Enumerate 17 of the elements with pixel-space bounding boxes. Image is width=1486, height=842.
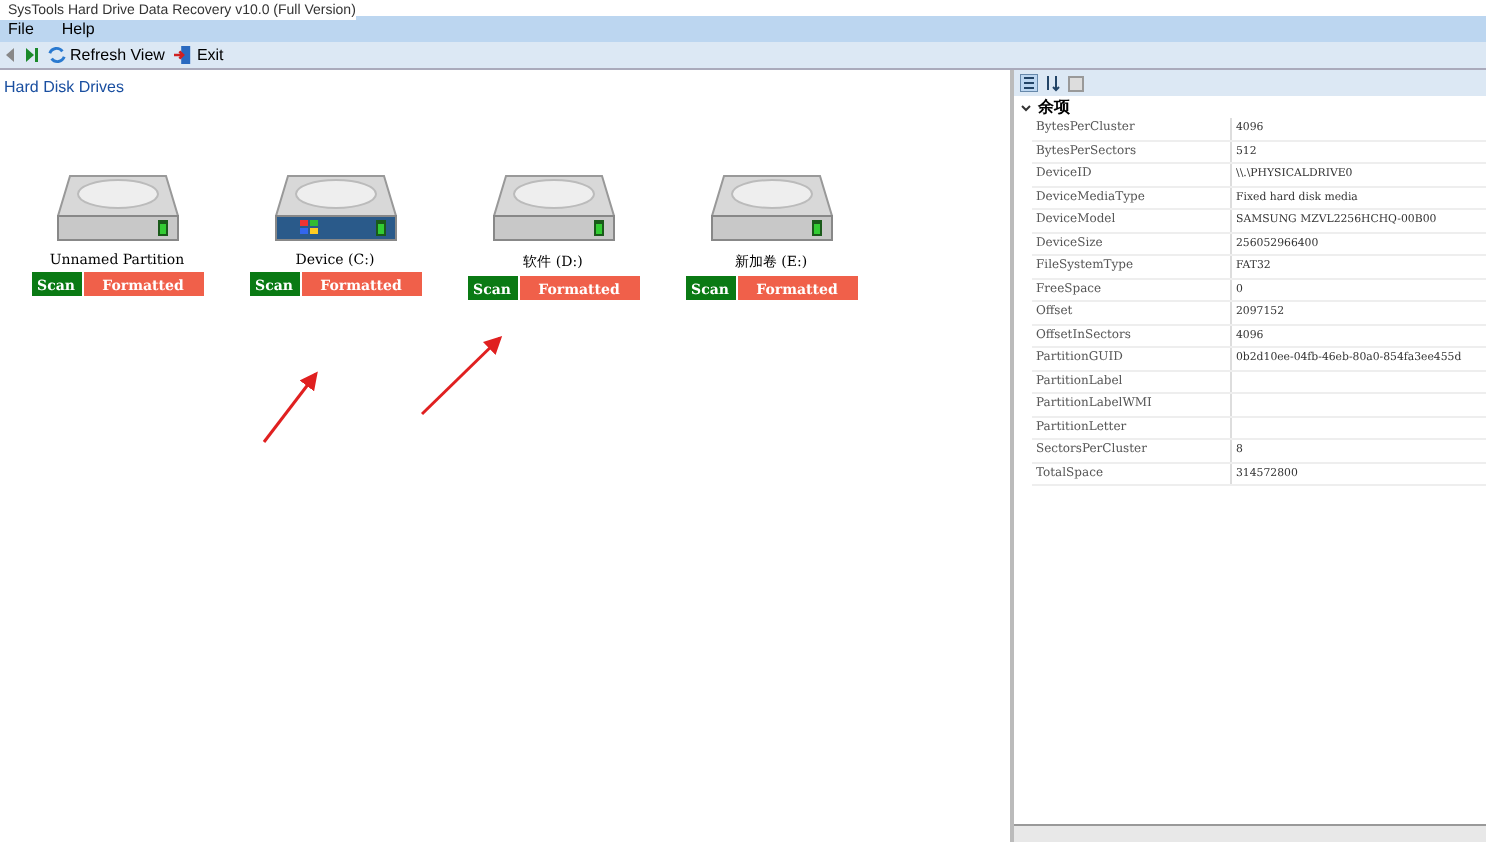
panel-title: Hard Disk Drives (2, 76, 127, 96)
menu-item[interactable]: Help (61, 20, 95, 38)
refresh-icon (48, 46, 66, 64)
collapse-chevron-icon[interactable] (1020, 101, 1032, 113)
annotation-arrow (420, 335, 503, 416)
annotation-arrow (262, 371, 318, 443)
toolbar-button[interactable]: Exit (172, 46, 226, 64)
toolbar-icon-button[interactable] (4, 48, 18, 62)
exit-door-icon (174, 46, 193, 64)
forward-arrow-icon (26, 48, 38, 62)
toolbar-icon-button[interactable] (24, 48, 40, 62)
toolbar-button[interactable]: Refresh View (46, 46, 167, 64)
categorized-view-icon[interactable] (1020, 74, 1038, 92)
menu-item[interactable]: File (8, 20, 34, 38)
category-label: 余项 (1038, 96, 1070, 118)
sort-alphabetical-icon[interactable] (1044, 74, 1062, 92)
back-arrow-icon (6, 48, 16, 62)
